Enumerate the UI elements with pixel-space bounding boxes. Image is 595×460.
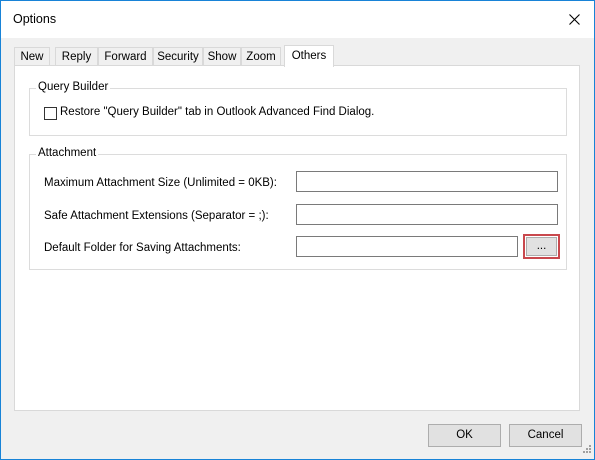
safe-extensions-label: Safe Attachment Extensions (Separator = … xyxy=(44,210,269,222)
cancel-button[interactable]: Cancel xyxy=(509,424,582,447)
default-folder-label: Default Folder for Saving Attachments: xyxy=(44,242,241,254)
ok-button[interactable]: OK xyxy=(428,424,501,447)
window-title: Options xyxy=(13,12,57,26)
query-builder-legend: Query Builder xyxy=(36,81,111,93)
default-folder-input[interactable] xyxy=(296,236,518,257)
tab-others[interactable]: Others xyxy=(284,45,334,67)
others-tab-panel: Query Builder Restore "Query Builder" ta… xyxy=(14,65,580,411)
tab-show[interactable]: Show xyxy=(203,47,241,66)
tab-zoom[interactable]: Zoom xyxy=(241,47,281,66)
max-attachment-size-input[interactable] xyxy=(296,171,558,192)
attachment-legend: Attachment xyxy=(36,147,99,159)
max-attachment-size-label: Maximum Attachment Size (Unlimited = 0KB… xyxy=(44,177,277,189)
restore-query-builder-checkbox[interactable] xyxy=(44,107,57,120)
tab-security[interactable]: Security xyxy=(153,47,203,66)
tab-new[interactable]: New xyxy=(14,47,50,66)
close-button[interactable] xyxy=(554,1,594,38)
options-dialog: Options New Reply Forward Security Show … xyxy=(0,0,595,460)
attachment-group: Attachment Maximum Attachment Size (Unli… xyxy=(29,147,567,270)
safe-extensions-input[interactable] xyxy=(296,204,558,225)
tab-forward[interactable]: Forward xyxy=(98,47,153,66)
restore-query-builder-label[interactable]: Restore "Query Builder" tab in Outlook A… xyxy=(60,106,374,118)
tab-reply[interactable]: Reply xyxy=(55,47,98,66)
title-bar: Options xyxy=(1,1,594,38)
close-icon xyxy=(568,14,580,25)
browse-folder-button[interactable]: ... xyxy=(526,237,557,256)
browse-highlight: ... xyxy=(523,234,560,259)
query-builder-group: Query Builder Restore "Query Builder" ta… xyxy=(29,81,567,136)
resize-grip-icon[interactable] xyxy=(582,444,592,457)
